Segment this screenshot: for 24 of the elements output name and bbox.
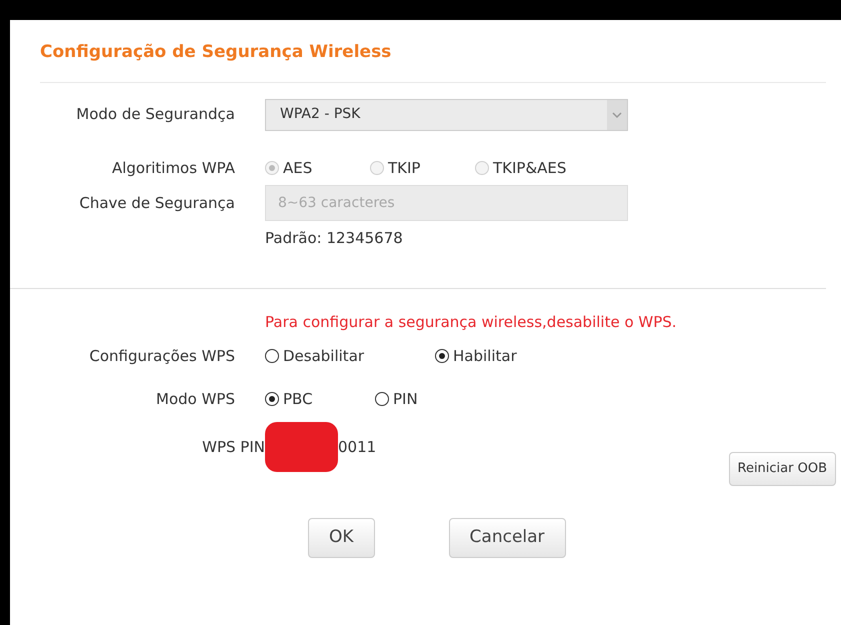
radio-label: Habilitar — [453, 346, 517, 367]
ok-button[interactable]: OK — [308, 518, 375, 558]
radio-label: TKIP — [388, 158, 420, 178]
wps-warning: Para configurar a segurança wireless,desabilite o WPS. — [265, 312, 677, 332]
field-label: Modo WPS — [155, 388, 236, 410]
field-label: Modo de Segurandça — [75, 104, 236, 126]
radio-button[interactable] — [265, 349, 279, 364]
radio-label: Desabilitar — [283, 346, 364, 367]
field-label: WPS PIN — [201, 436, 265, 458]
default-key-hint: Padrão: 12345678 — [265, 228, 403, 249]
dialog-title: Configuração de Segurança Wireless — [40, 42, 392, 62]
cancel-button[interactable]: Cancelar — [448, 518, 566, 558]
field-label: Configurações WPS — [88, 346, 236, 367]
reset-oob-button[interactable]: Reiniciar OOB — [728, 452, 836, 486]
field-label: Algoritimos WPA — [110, 158, 236, 178]
radio-label: PIN — [393, 388, 418, 410]
radio-label: PBC — [283, 388, 313, 410]
radio-button[interactable] — [435, 349, 449, 364]
wps-pin-value: 0011 — [338, 436, 376, 458]
radio-label: AES — [283, 158, 312, 178]
field-label: Chave de Segurança — [78, 192, 236, 214]
radio-label: TKIP&AES — [493, 158, 566, 178]
radio-button[interactable] — [265, 392, 279, 406]
radio-button[interactable] — [375, 392, 389, 406]
